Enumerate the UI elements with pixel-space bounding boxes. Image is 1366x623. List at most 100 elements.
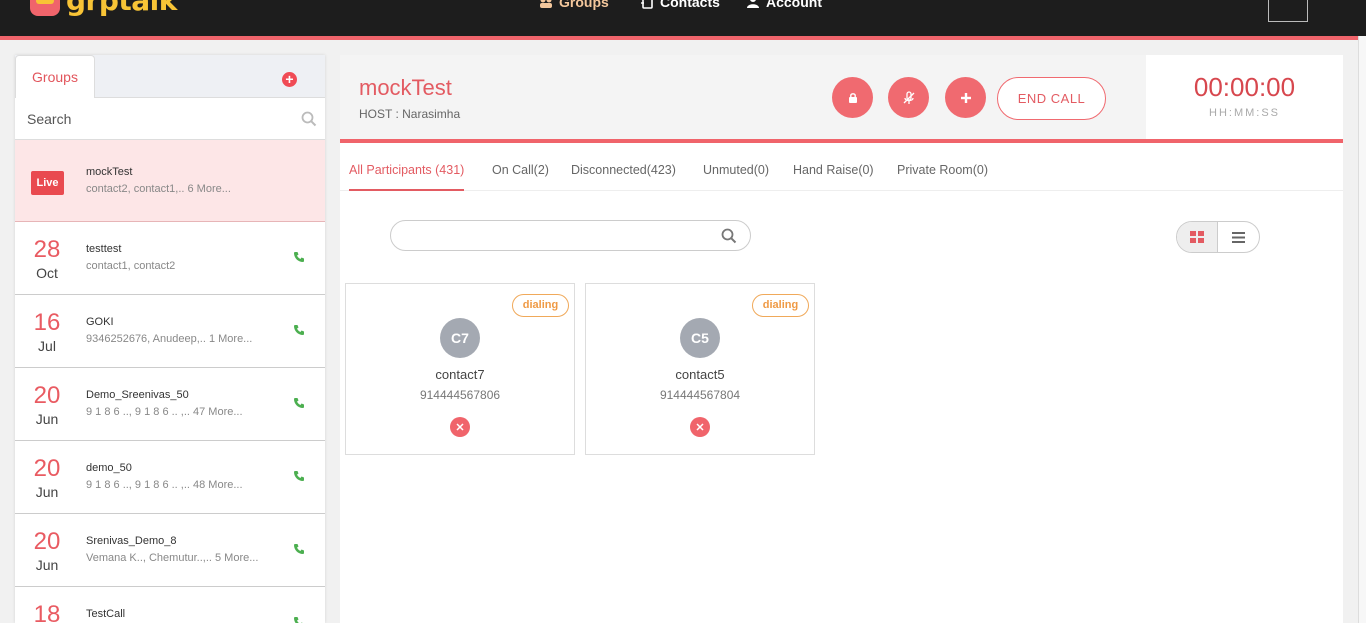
group-date: 20 Jun <box>23 529 71 575</box>
list-icon <box>1232 231 1245 243</box>
date-month: Jul <box>38 338 56 354</box>
participant-card[interactable]: dialing C5 contact5 914444567804 <box>585 283 815 455</box>
call-timer: 00:00:00 HH:MM:SS <box>1146 55 1343 139</box>
logo-icon <box>30 0 60 16</box>
close-icon <box>696 423 704 431</box>
group-list-item[interactable]: 28 Oct testtest contact1, contact2 <box>15 222 325 295</box>
view-toggle <box>1176 221 1260 253</box>
group-list-item-live[interactable]: Live mockTest contact2, contact1,.. 6 Mo… <box>15 140 325 222</box>
phone-icon[interactable] <box>293 616 305 623</box>
status-badge: dialing <box>512 294 569 317</box>
group-list-item[interactable]: 20 Jun demo_50 9 1 8 6 .., 9 1 8 6 .. ,.… <box>15 441 325 514</box>
status-badge: dialing <box>752 294 809 317</box>
remove-participant-button[interactable] <box>450 417 470 437</box>
app-logo[interactable]: grptalk <box>30 0 177 16</box>
date-month: Jun <box>35 484 59 500</box>
call-panel: mockTest HOST : Narasimha END CALL 00:00… <box>340 55 1343 623</box>
group-name: testtest <box>86 243 122 255</box>
logo-text: grptalk <box>66 0 177 17</box>
live-badge: Live <box>31 171 64 195</box>
nav-account-label: Account <box>766 0 822 10</box>
groups-icon <box>540 0 552 8</box>
grid-icon <box>1190 231 1204 243</box>
plus-icon: + <box>285 71 294 87</box>
group-list-item[interactable]: 16 Jul GOKI 9346252676, Anudeep,.. 1 Mor… <box>15 295 325 368</box>
call-host: HOST : Narasimha <box>359 107 461 121</box>
group-date: 20 Jun <box>23 383 71 429</box>
phone-icon[interactable] <box>293 324 305 336</box>
timer-value: 00:00:00 <box>1193 72 1296 102</box>
nav-groups[interactable]: Groups <box>539 0 609 10</box>
tab-all-participants[interactable]: All Participants (431) <box>349 163 465 191</box>
participant-search-input[interactable] <box>401 225 711 247</box>
group-date: 16 Jul <box>23 310 71 356</box>
group-name: GOKI <box>86 316 114 328</box>
sidebar-header: Groups + <box>15 55 325 98</box>
lock-call-button[interactable] <box>832 77 873 118</box>
header-accent-line <box>0 36 1366 40</box>
group-name: Srenivas_Demo_8 <box>86 535 177 547</box>
mute-all-button[interactable] <box>888 77 929 118</box>
date-day: 20 <box>33 382 61 409</box>
phone-icon[interactable] <box>293 397 305 409</box>
nav-groups-label: Groups <box>559 0 609 10</box>
lock-icon <box>848 92 857 103</box>
group-members: contact2, contact1,.. 6 More... <box>86 183 231 195</box>
date-day: 28 <box>33 236 61 263</box>
group-members: 9 1 8 6 .., 9 1 8 6 .. ,.. 47 More... <box>86 406 243 418</box>
nav-account[interactable]: Account <box>746 0 822 10</box>
participant-name: contact7 <box>435 367 485 382</box>
group-name: TestCall <box>86 608 126 620</box>
menu-toggle-button[interactable] <box>1268 0 1308 22</box>
contacts-book-icon <box>641 0 653 9</box>
avatar: C5 <box>680 318 720 358</box>
group-search-input[interactable] <box>15 98 295 139</box>
call-title: mockTest <box>359 75 452 100</box>
tab-disconnected[interactable]: Disconnected(423) <box>571 163 676 189</box>
group-date: 28 Oct <box>23 237 71 283</box>
participant-phone: 914444567804 <box>659 388 741 402</box>
call-header: mockTest HOST : Narasimha END CALL <box>340 55 1146 139</box>
add-participant-button[interactable] <box>945 77 986 118</box>
tab-groups[interactable]: Groups <box>15 55 95 98</box>
group-list-item[interactable]: 20 Jun Demo_Sreenivas_50 9 1 8 6 .., 9 1… <box>15 368 325 441</box>
mic-off-icon <box>903 90 914 104</box>
phone-icon[interactable] <box>293 251 305 263</box>
participant-card[interactable]: dialing C7 contact7 914444567806 <box>345 283 575 455</box>
group-name: mockTest <box>86 166 133 178</box>
date-day: 18 <box>33 601 61 623</box>
list-view-button[interactable] <box>1218 222 1259 252</box>
group-members: Vemana K.., Chemutur..,.. 5 More... <box>86 552 259 564</box>
search-icon[interactable] <box>721 228 737 244</box>
date-month: Oct <box>36 265 58 281</box>
date-month: Jun <box>35 411 59 427</box>
participant-phone: 914444567806 <box>419 388 501 402</box>
add-group-button[interactable]: + <box>282 72 297 87</box>
participant-search <box>390 220 751 251</box>
phone-icon[interactable] <box>293 543 305 555</box>
group-list-item[interactable]: 20 Jun Srenivas_Demo_8 Vemana K.., Chemu… <box>15 514 325 587</box>
plus-icon <box>960 92 971 103</box>
group-list-item[interactable]: 18 TestCall <box>15 587 325 623</box>
timer-format: HH:MM:SS <box>1209 107 1280 119</box>
search-icon[interactable] <box>301 111 317 127</box>
participant-tabs: All Participants (431) On Call(2) Discon… <box>340 143 1343 191</box>
date-day: 20 <box>33 455 61 482</box>
tab-on-call[interactable]: On Call(2) <box>492 163 549 189</box>
nav-contacts-label: Contacts <box>660 0 720 10</box>
page-scrollbar[interactable] <box>1358 36 1366 623</box>
tab-hand-raise[interactable]: Hand Raise(0) <box>793 163 874 189</box>
close-icon <box>456 423 464 431</box>
tab-unmuted[interactable]: Unmuted(0) <box>703 163 769 189</box>
group-date: 18 <box>23 602 71 623</box>
group-name: demo_50 <box>86 462 132 474</box>
tab-private-room[interactable]: Private Room(0) <box>897 163 988 189</box>
group-date: 20 Jun <box>23 456 71 502</box>
date-month: Jun <box>35 557 59 573</box>
group-members: contact1, contact2 <box>86 260 176 272</box>
grid-view-button[interactable] <box>1177 222 1219 252</box>
phone-icon[interactable] <box>293 470 305 482</box>
remove-participant-button[interactable] <box>690 417 710 437</box>
end-call-button[interactable]: END CALL <box>997 77 1106 120</box>
nav-contacts[interactable]: Contacts <box>640 0 720 10</box>
